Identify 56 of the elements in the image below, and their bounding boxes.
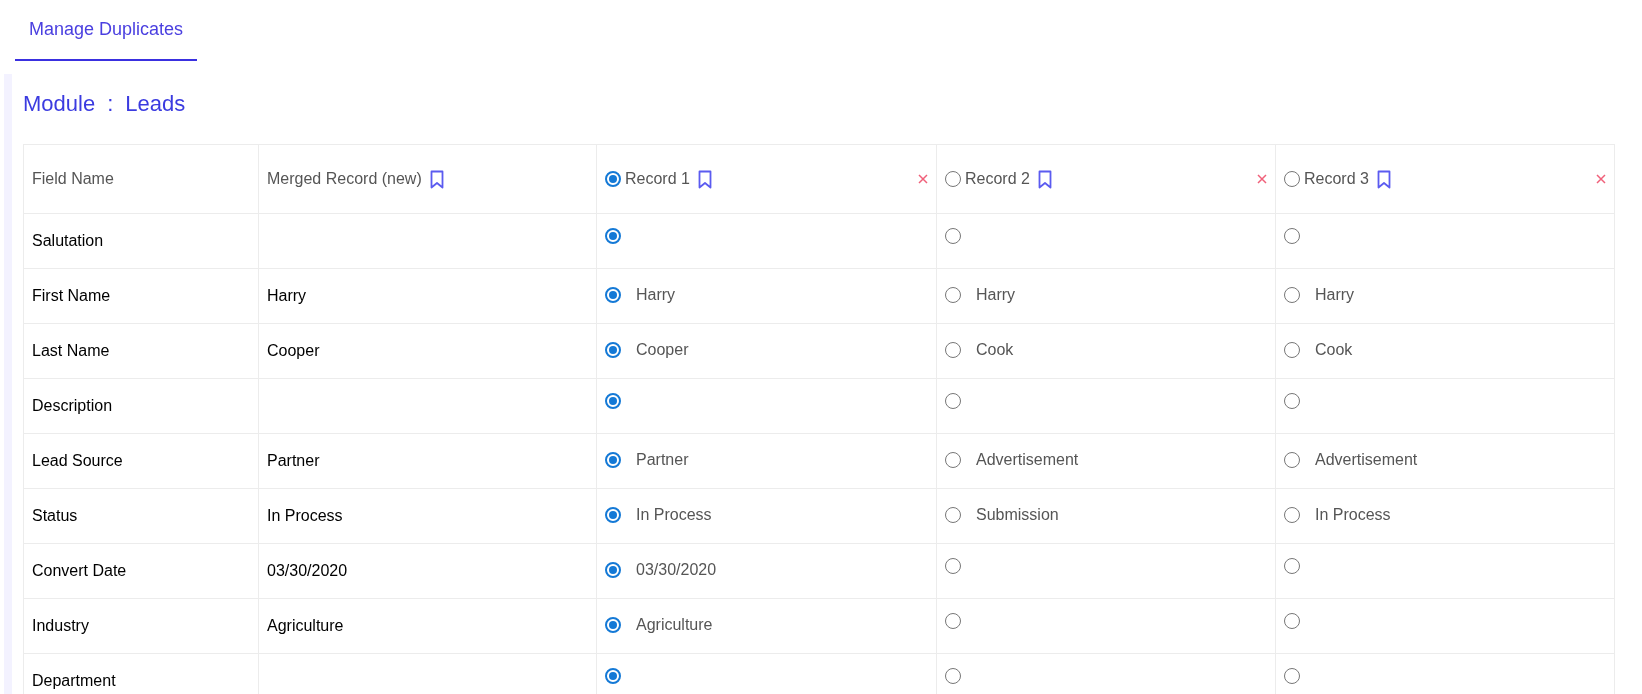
record-value: Cook (1315, 340, 1353, 360)
field-name: Description (32, 397, 113, 414)
close-icon[interactable] (1257, 174, 1267, 184)
column-header: Record 2 (965, 169, 1030, 189)
record-value: Cooper (636, 340, 689, 360)
field-name: Last Name (32, 342, 110, 359)
radio-button[interactable] (605, 228, 621, 244)
record-value: Partner (636, 450, 689, 470)
merged-value: 03/30/2020 (267, 562, 348, 579)
record-value: Cook (976, 340, 1014, 360)
tab[interactable]: Manage Duplicates (15, 10, 198, 61)
bookmark-icon[interactable] (697, 169, 712, 189)
radio-button[interactable] (605, 668, 621, 684)
record-value: Harry (636, 285, 676, 305)
close-icon[interactable] (918, 174, 928, 184)
record-value: Submission (976, 505, 1059, 525)
record-value: 03/30/2020 (636, 560, 717, 580)
record-value: In Process (636, 505, 712, 525)
field-name: Lead Source (32, 452, 123, 469)
merged-value: Agriculture (267, 617, 344, 634)
radio-button[interactable] (605, 507, 621, 523)
record-value: Advertisement (976, 450, 1079, 470)
record-value: Harry (976, 285, 1016, 305)
module-separator: : (107, 90, 114, 118)
field-name: Status (32, 507, 78, 524)
field-name: Industry (32, 617, 89, 634)
bookmark-icon[interactable] (1376, 169, 1391, 189)
close-icon[interactable] (1596, 174, 1606, 184)
record-value: In Process (1315, 505, 1391, 525)
column-header: Merged Record (new) (267, 169, 422, 189)
bookmark-icon[interactable] (429, 169, 444, 189)
field-name: Department (32, 672, 116, 689)
radio-button[interactable] (605, 171, 621, 187)
merged-value: Harry (267, 287, 307, 304)
bookmark-icon[interactable] (1037, 169, 1052, 189)
module-label: Module (23, 90, 96, 118)
merged-value: Partner (267, 452, 320, 469)
record-value: Harry (1315, 285, 1355, 305)
record-value: Agriculture (636, 615, 713, 635)
radio-button[interactable] (605, 617, 621, 633)
column-header: Record 1 (625, 169, 690, 189)
radio-button[interactable] (605, 562, 621, 578)
radio-button[interactable] (1284, 393, 1300, 409)
column-header: Record 3 (1304, 169, 1369, 189)
column-header: Field Name (32, 170, 114, 187)
field-name: First Name (32, 287, 111, 304)
module-name: Leads (125, 90, 186, 118)
record-value: Advertisement (1315, 450, 1418, 470)
radio-button[interactable] (605, 342, 621, 358)
field-name: Salutation (32, 232, 104, 249)
merged-value: In Process (267, 507, 343, 524)
radio-button[interactable] (605, 287, 621, 303)
field-name: Convert Date (32, 562, 127, 579)
radio-button[interactable] (605, 452, 621, 468)
merged-value: Cooper (267, 342, 320, 359)
radio-button[interactable] (605, 393, 621, 409)
